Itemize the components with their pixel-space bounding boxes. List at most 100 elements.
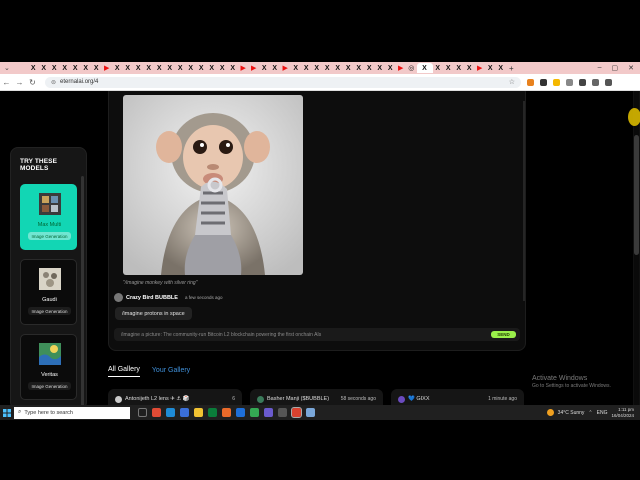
browser-tab[interactable]: ▶: [238, 63, 249, 73]
gallery-card[interactable]: 💙 GIXX 1 minute ago: [391, 389, 524, 405]
profile-avatar-icon[interactable]: [592, 78, 599, 86]
send-button[interactable]: SEND: [491, 331, 516, 338]
browser-tab[interactable]: X: [39, 63, 50, 73]
browser-tab[interactable]: X: [207, 63, 218, 73]
bookmark-star-icon[interactable]: ☆: [509, 78, 515, 86]
browser-tab[interactable]: ◎: [406, 63, 417, 73]
active-app-icon[interactable]: [291, 407, 302, 418]
browser-tab[interactable]: X: [416, 63, 433, 73]
app-icon[interactable]: [306, 408, 315, 417]
word-icon[interactable]: [180, 408, 189, 417]
chat-scrollbar[interactable]: [523, 101, 525, 301]
page-scrollbar[interactable]: [634, 91, 639, 405]
taskbar-search-input[interactable]: ⌕ Type here to search: [14, 406, 130, 419]
browser-tab[interactable]: X: [165, 63, 176, 73]
browser-tab[interactable]: X: [485, 63, 496, 73]
teams-icon[interactable]: [264, 408, 273, 417]
browser-tab[interactable]: X: [433, 63, 444, 73]
close-window-button[interactable]: ✕: [628, 64, 634, 72]
model-card-max-multi[interactable]: Max Multi Image Generation: [20, 184, 77, 250]
browser-tab[interactable]: X: [333, 63, 344, 73]
browser-tab[interactable]: X: [60, 63, 71, 73]
generated-image[interactable]: [123, 95, 303, 275]
browser-tab[interactable]: X: [175, 63, 186, 73]
tray-chevron-icon[interactable]: ⌃: [588, 410, 592, 416]
browser-tab[interactable]: X: [154, 63, 165, 73]
weather-icon[interactable]: [546, 409, 554, 416]
brave-icon[interactable]: [222, 408, 231, 417]
browser-tab[interactable]: X: [49, 63, 60, 73]
browser-tab[interactable]: ▶: [280, 63, 291, 73]
reload-icon[interactable]: ↻: [26, 78, 39, 87]
file-explorer-icon[interactable]: [194, 408, 203, 417]
app-icon[interactable]: [278, 408, 287, 417]
model-card-gaudi[interactable]: Gaudi Image Generation: [20, 259, 77, 325]
puzzle-icon[interactable]: [566, 78, 573, 86]
browser-tab[interactable]: X: [70, 63, 81, 73]
browser-tab[interactable]: X: [28, 63, 39, 73]
tab-your-gallery[interactable]: Your Gallery: [152, 367, 190, 377]
model-card-veritas[interactable]: Veritas Image Generation: [20, 334, 77, 400]
gallery-card[interactable]: Basher Manji ($BUBBLE) 58 seconds ago: [250, 389, 383, 405]
maximize-button[interactable]: ▢: [612, 64, 619, 72]
metamask-icon[interactable]: [527, 78, 534, 86]
chrome-icon[interactable]: [152, 408, 161, 417]
browser-tab[interactable]: X: [364, 63, 375, 73]
browser-tab[interactable]: X: [217, 63, 228, 73]
tab-all-gallery[interactable]: All Gallery: [108, 366, 140, 377]
tab-search-controls[interactable]: ⌄: [0, 64, 28, 72]
browser-tab[interactable]: X: [454, 63, 465, 73]
browser-tab[interactable]: X: [123, 63, 134, 73]
clock[interactable]: 1:11 pm 16/04/2024: [611, 407, 634, 419]
language-indicator[interactable]: ENG: [597, 410, 608, 416]
browser-tab[interactable]: ▶: [249, 63, 260, 73]
sidebar-scrollbar[interactable]: [81, 176, 84, 405]
browser-tab[interactable]: X: [81, 63, 92, 73]
browser-tab[interactable]: X: [385, 63, 396, 73]
browser-tab[interactable]: X: [186, 63, 197, 73]
browser-tab[interactable]: ▶: [102, 63, 113, 73]
store-icon[interactable]: [236, 408, 245, 417]
browser-tab[interactable]: X: [312, 63, 323, 73]
forward-icon[interactable]: →: [13, 78, 26, 87]
gallery-card[interactable]: Antonijeth L2 lens ✈ ⚓ 🎲 6: [108, 389, 242, 405]
extension-icon[interactable]: [540, 78, 547, 86]
edge-icon[interactable]: [166, 408, 175, 417]
menu-kebab-icon[interactable]: [605, 78, 612, 86]
browser-tab[interactable]: X: [301, 63, 312, 73]
browser-tab[interactable]: X: [133, 63, 144, 73]
prompt-input[interactable]: /imagine a picture: The community-run Bi…: [114, 328, 520, 341]
windows-start-icon[interactable]: [0, 408, 14, 417]
scroll-thumb[interactable]: [634, 135, 639, 255]
avatar[interactable]: [114, 293, 123, 302]
browser-tab[interactable]: X: [270, 63, 281, 73]
browser-tab[interactable]: ▶: [396, 63, 407, 73]
chrome-icon[interactable]: [250, 408, 259, 417]
site-info-icon[interactable]: ⊜: [51, 79, 56, 86]
url-input[interactable]: ⊜ eternalai.org/4 ☆: [45, 76, 521, 88]
extension-icon[interactable]: [553, 78, 560, 86]
browser-tab[interactable]: X: [354, 63, 365, 73]
browser-tab[interactable]: X: [443, 63, 454, 73]
browser-tab[interactable]: X: [259, 63, 270, 73]
browser-tab[interactable]: ▶: [475, 63, 486, 73]
browser-tab[interactable]: X: [91, 63, 102, 73]
browser-tab[interactable]: X: [144, 63, 155, 73]
back-icon[interactable]: ←: [0, 78, 13, 87]
new-tab-button[interactable]: +: [509, 64, 514, 73]
browser-tab[interactable]: X: [112, 63, 123, 73]
browser-tab[interactable]: X: [322, 63, 333, 73]
author-name[interactable]: Crazy Bird BUBBLE: [126, 295, 178, 301]
browser-tab[interactable]: X: [291, 63, 302, 73]
browser-tab[interactable]: X: [464, 63, 475, 73]
browser-tab[interactable]: X: [375, 63, 386, 73]
minimize-button[interactable]: –: [598, 64, 602, 72]
weather-text[interactable]: 34°C Sunny: [558, 410, 585, 416]
excel-icon[interactable]: [208, 408, 217, 417]
browser-tab[interactable]: X: [496, 63, 507, 73]
browser-tab[interactable]: X: [343, 63, 354, 73]
browser-tab[interactable]: X: [228, 63, 239, 73]
task-view-icon[interactable]: [138, 408, 147, 417]
browser-tab[interactable]: X: [196, 63, 207, 73]
reading-list-icon[interactable]: [579, 78, 586, 86]
